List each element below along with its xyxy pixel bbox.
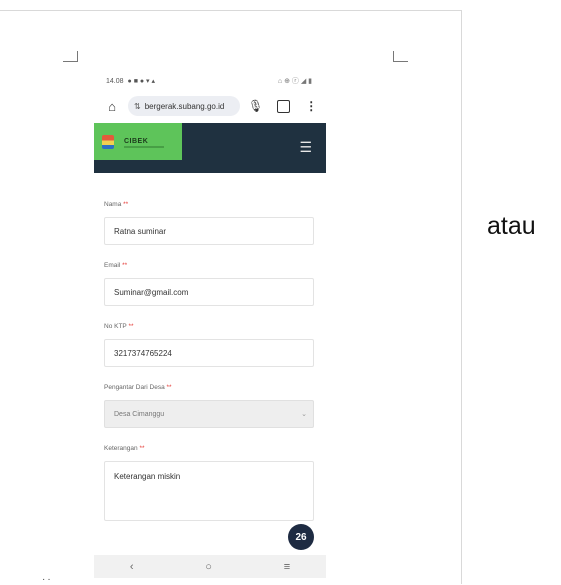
- address-bar[interactable]: ⇅ bergerak.subang.go.id: [128, 96, 240, 116]
- email-input[interactable]: Suminar@gmail.com: [104, 278, 314, 306]
- nama-input[interactable]: Ratna suminar: [104, 217, 314, 245]
- keterangan-label: Keterangan **: [104, 445, 145, 452]
- status-time: 14.08: [106, 77, 124, 85]
- back-icon[interactable]: ‹: [130, 561, 134, 573]
- tab-switch-icon[interactable]: [277, 99, 291, 113]
- request-form: Nama ** Ratna suminar Email ** Suminar@g…: [104, 201, 316, 521]
- more-vert-icon[interactable]: ⋮: [305, 99, 317, 113]
- phone-screenshot: 14.08 ● ■ ● ▾ ▴ ⌂ ⊕ ⓡ ◢ ▮ ⌂ ⇅ bergerak.s…: [94, 71, 326, 578]
- url-text: bergerak.subang.go.id: [144, 101, 225, 111]
- brand-logo-area[interactable]: CIBEK: [94, 123, 182, 160]
- status-bar: 14.08 ● ■ ● ▾ ▴ ⌂ ⊕ ⓡ ◢ ▮: [94, 71, 326, 91]
- floating-action-button[interactable]: 26: [288, 524, 314, 550]
- desa-select-value: Desa Cimanggu: [114, 410, 165, 418]
- home-circle-icon[interactable]: ○: [205, 561, 212, 573]
- brand-emblem: [102, 134, 114, 149]
- side-caption: atau: [487, 212, 536, 240]
- crop-mark-left: [63, 51, 78, 62]
- ktp-label: No KTP **: [104, 323, 134, 330]
- system-nav-bar: ‹ ○ ≡: [94, 555, 326, 578]
- bottom-marker: ··: [42, 574, 53, 585]
- menu-icon[interactable]: ☰: [299, 139, 312, 156]
- browser-toolbar: ⌂ ⇅ bergerak.subang.go.id 🎙︎ ⋮: [94, 91, 326, 121]
- desa-label: Pengantar Dari Desa **: [104, 384, 172, 391]
- status-system-icons: ⌂ ⊕ ⓡ ◢ ▮: [277, 78, 312, 85]
- brand-name: CIBEK: [124, 138, 149, 145]
- chevron-down-icon: ⌄: [301, 411, 307, 418]
- mic-icon[interactable]: 🎙︎: [248, 99, 263, 113]
- app-header: CIBEK ☰: [94, 123, 326, 173]
- status-indicators: ● ■ ● ▾ ▴: [127, 78, 156, 85]
- recents-icon[interactable]: ≡: [284, 561, 290, 573]
- tune-icon[interactable]: ⇅: [134, 102, 141, 111]
- desa-select[interactable]: Desa Cimanggu ⌄: [104, 400, 314, 428]
- keterangan-textarea[interactable]: Keterangan miskin: [104, 461, 314, 521]
- home-icon[interactable]: ⌂: [104, 99, 120, 114]
- email-label: Email **: [104, 262, 128, 269]
- brand-tagline: [124, 146, 164, 148]
- crop-mark-right: [393, 51, 408, 62]
- ktp-input[interactable]: 3217374765224: [104, 339, 314, 367]
- nama-label: Nama **: [104, 201, 129, 208]
